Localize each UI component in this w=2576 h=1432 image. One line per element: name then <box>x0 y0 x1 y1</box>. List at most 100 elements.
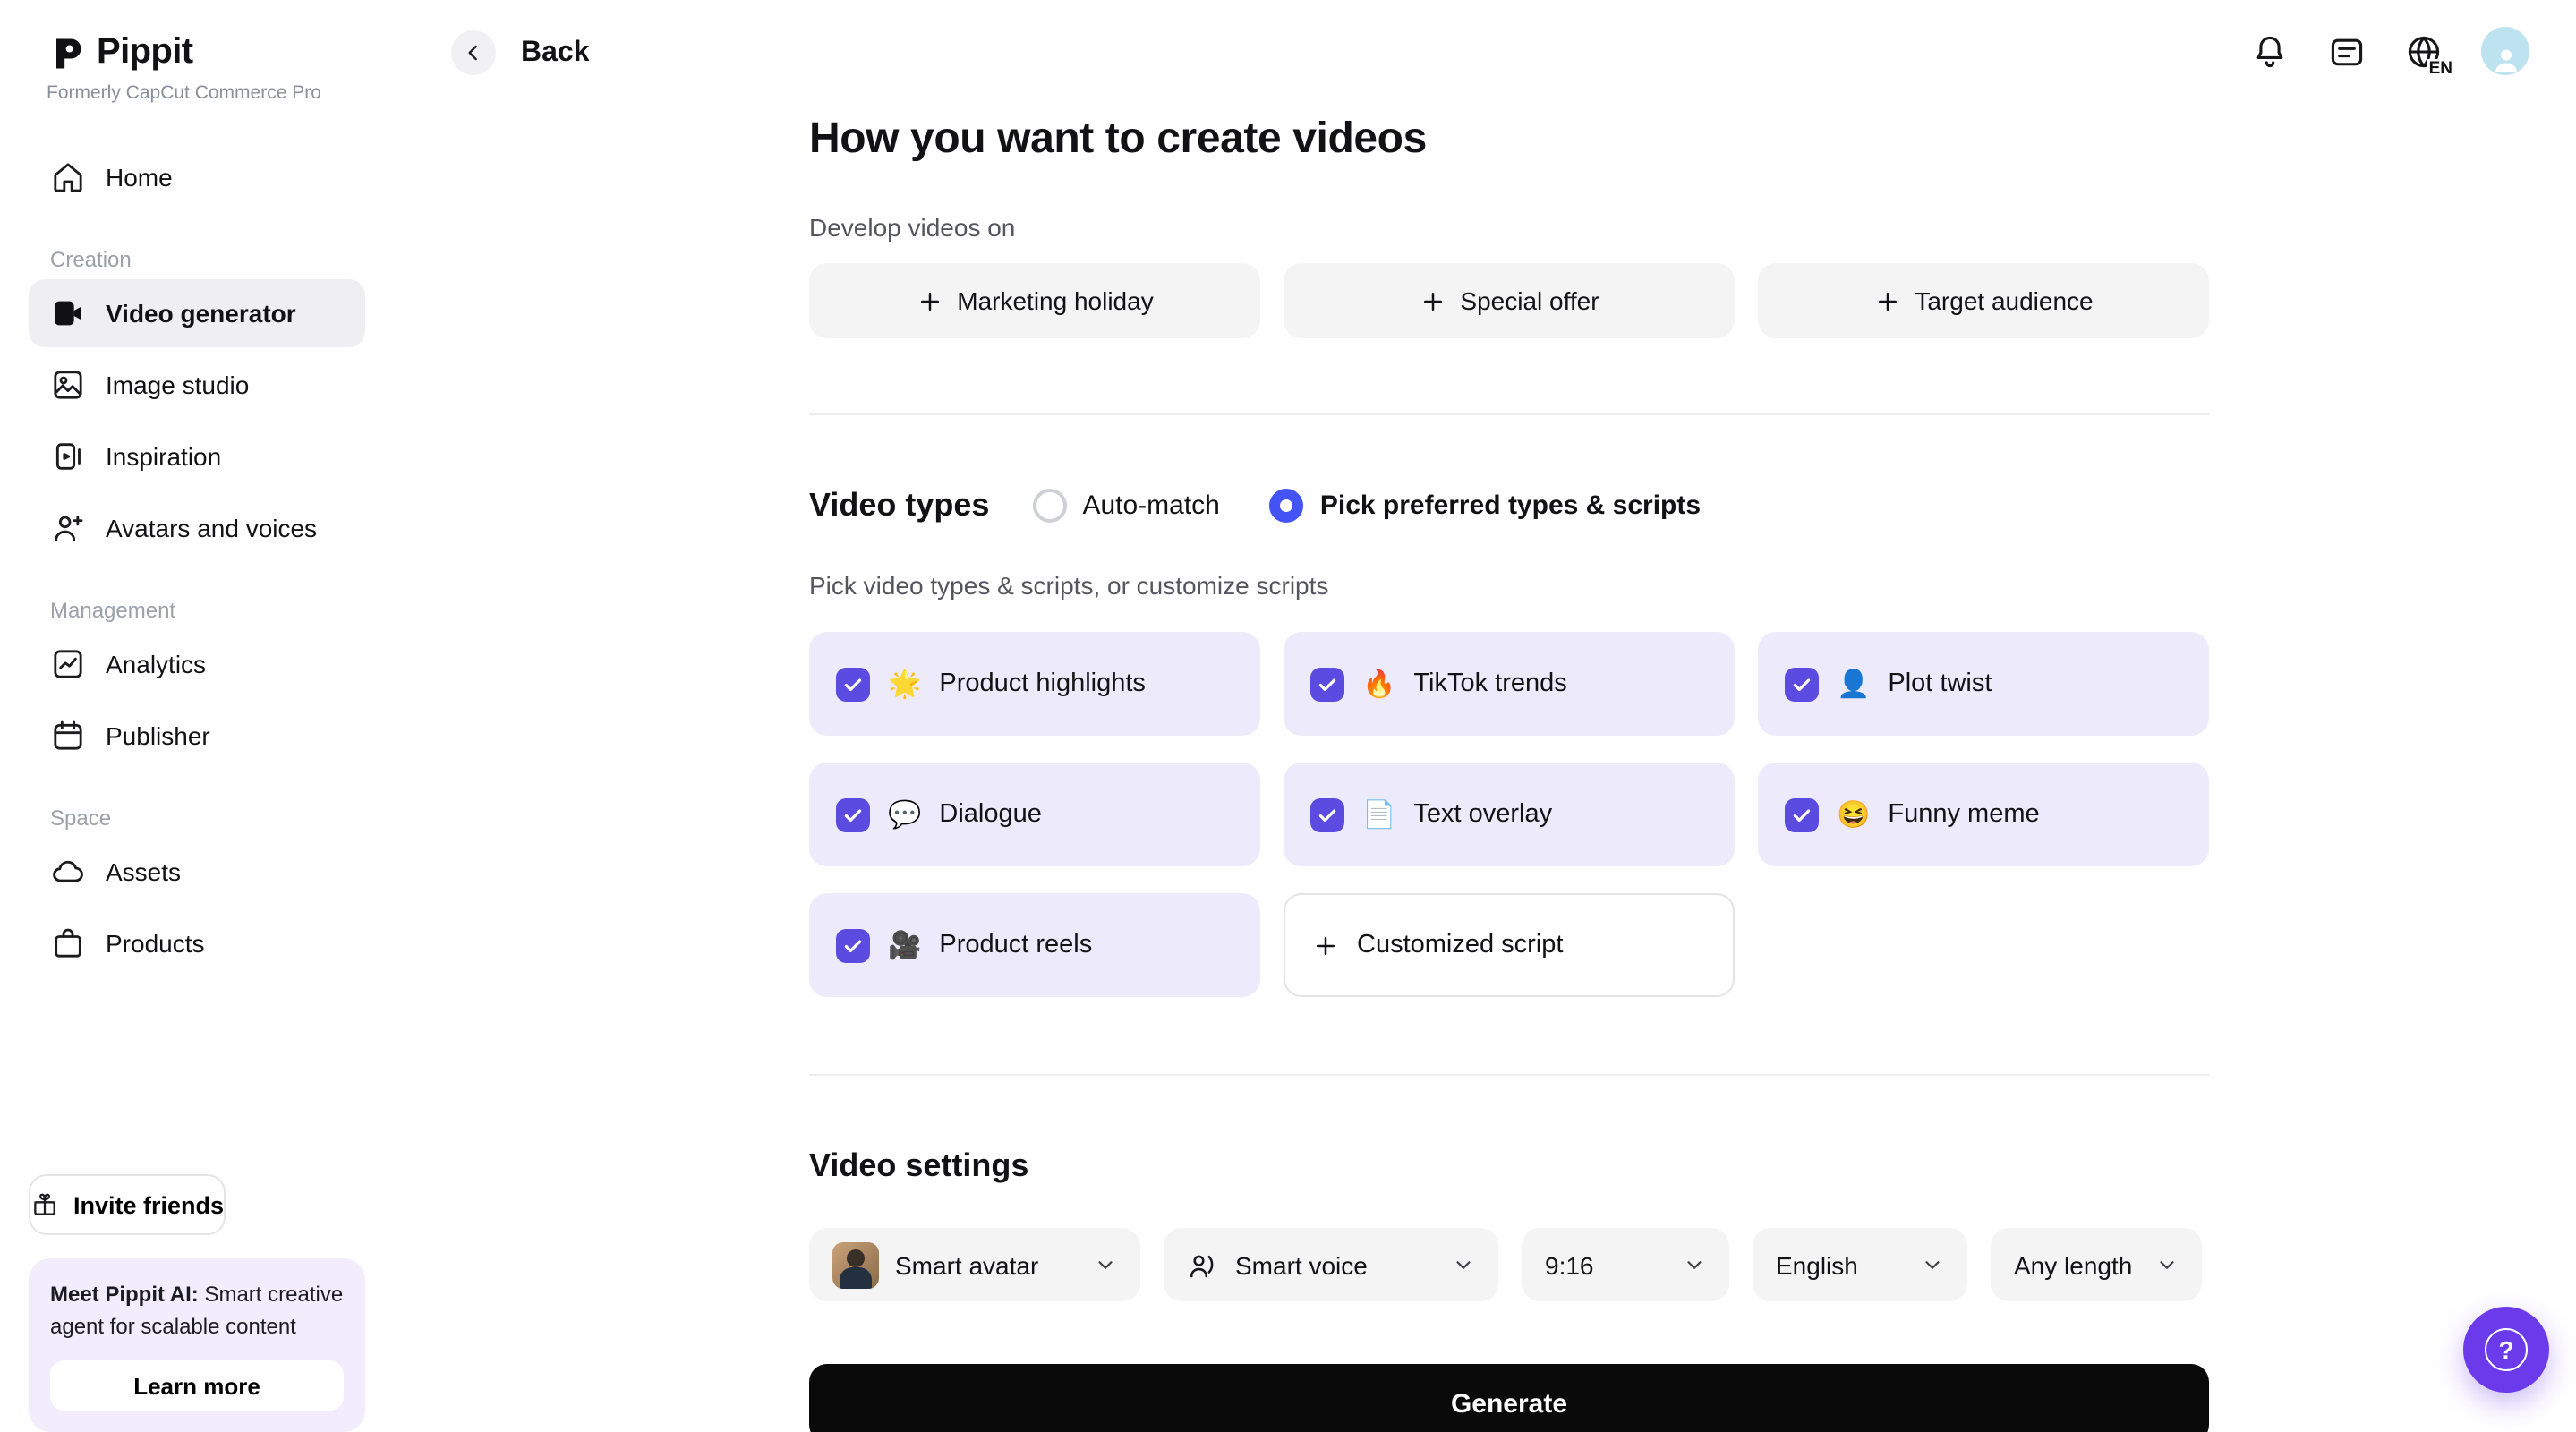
divider <box>809 413 2209 415</box>
radio-label: Pick preferred types & scripts <box>1320 490 1701 521</box>
sidebar-item-label: Products <box>106 929 205 958</box>
type-label: Dialogue <box>939 800 1042 829</box>
smart-avatar-dropdown[interactable]: Smart avatar <box>809 1228 1140 1301</box>
user-avatar[interactable] <box>2481 27 2529 75</box>
page-title: How you want to create videos <box>809 115 2209 165</box>
chip-label: Marketing holiday <box>957 286 1153 315</box>
checkbox-checked-icon[interactable] <box>1310 797 1344 831</box>
plus-icon <box>1419 287 1446 314</box>
checkbox-checked-icon[interactable] <box>1785 797 1819 831</box>
type-plot-twist[interactable]: 👤 Plot twist <box>1758 632 2209 736</box>
checkbox-checked-icon[interactable] <box>836 667 870 701</box>
checkbox-checked-icon[interactable] <box>836 797 870 831</box>
sidebar-item-label: Avatars and voices <box>106 514 317 542</box>
cloud-icon <box>50 854 86 890</box>
plus-icon <box>1312 932 1339 959</box>
billing-icon[interactable] <box>2327 31 2367 71</box>
section-label-space: Space <box>50 806 344 831</box>
chevron-down-icon <box>1921 1253 1944 1276</box>
type-tiktok-trends[interactable]: 🔥 TikTok trends <box>1284 632 1735 736</box>
radio-auto-match[interactable]: Auto-match <box>1032 489 1219 523</box>
chevron-left-icon[interactable] <box>451 30 496 75</box>
aspect-ratio-dropdown[interactable]: 9:16 <box>1522 1228 1729 1301</box>
image-icon <box>50 367 86 403</box>
promo-text: Meet Pippit AI: Smart creative agent for… <box>50 1280 344 1342</box>
sidebar-item-inspiration[interactable]: Inspiration <box>29 422 365 490</box>
sidebar: Pippit Formerly CapCut Commerce Pro Home… <box>0 0 394 1432</box>
sidebar-item-home[interactable]: Home <box>29 143 365 211</box>
video-camera-icon <box>50 295 86 331</box>
chevron-down-icon <box>2155 1253 2179 1276</box>
topbar-right: EN <box>2250 27 2529 75</box>
add-target-audience-button[interactable]: Target audience <box>1758 263 2209 338</box>
chip-label: Special offer <box>1460 286 1599 315</box>
invite-friends-button[interactable]: Invite friends <box>29 1174 226 1235</box>
sidebar-item-label: Home <box>106 163 173 192</box>
radio-off-icon[interactable] <box>1032 489 1066 523</box>
sidebar-item-publisher[interactable]: Publisher <box>29 702 365 770</box>
checkbox-checked-icon[interactable] <box>1785 667 1819 701</box>
type-emoji: 🎥 <box>888 932 921 959</box>
plus-icon <box>916 287 943 314</box>
add-marketing-holiday-button[interactable]: Marketing holiday <box>809 263 1260 338</box>
sidebar-item-assets[interactable]: Assets <box>29 838 365 906</box>
back-button[interactable]: Back <box>451 30 590 75</box>
divider <box>809 1074 2209 1076</box>
video-types-row: Video types Auto-match Pick preferred ty… <box>809 487 2209 524</box>
sidebar-item-products[interactable]: Products <box>29 909 365 977</box>
device-play-icon <box>50 439 86 474</box>
video-length-dropdown[interactable]: Any length <box>1991 1228 2202 1301</box>
promo-text-bold: Meet Pippit AI: <box>50 1282 199 1307</box>
language-dropdown[interactable]: English <box>1753 1228 1967 1301</box>
voice-icon <box>1187 1249 1219 1281</box>
type-product-highlights[interactable]: 🌟 Product highlights <box>809 632 1260 736</box>
back-label: Back <box>521 37 590 69</box>
customized-script-label: Customized script <box>1357 931 1563 959</box>
checkbox-checked-icon[interactable] <box>836 928 870 962</box>
language-globe-icon[interactable]: EN <box>2404 31 2444 71</box>
sidebar-item-video-generator[interactable]: Video generator <box>29 279 365 347</box>
sidebar-item-analytics[interactable]: Analytics <box>29 630 365 698</box>
chevron-down-icon <box>1094 1253 1117 1276</box>
chevron-down-icon <box>1452 1253 1475 1276</box>
sidebar-item-label: Assets <box>106 857 181 886</box>
develop-options-row: Marketing holiday Special offer Target a… <box>809 263 2209 338</box>
video-types-hint: Pick video types & scripts, or customize… <box>809 571 2209 600</box>
learn-more-button[interactable]: Learn more <box>50 1360 344 1411</box>
add-special-offer-button[interactable]: Special offer <box>1284 263 1735 338</box>
type-label: Product reels <box>939 931 1092 959</box>
gift-icon <box>30 1190 59 1219</box>
dropdown-label: Any length <box>2014 1250 2132 1279</box>
logo-text: Pippit <box>97 32 193 73</box>
checkbox-checked-icon[interactable] <box>1310 667 1344 701</box>
type-dialogue[interactable]: 💬 Dialogue <box>809 763 1260 866</box>
type-label: Plot twist <box>1888 669 1992 698</box>
generate-button[interactable]: Generate <box>809 1364 2209 1432</box>
type-funny-meme[interactable]: 😆 Funny meme <box>1758 763 2209 866</box>
pippit-logo[interactable]: Pippit <box>0 0 394 73</box>
dropdown-label: English <box>1776 1250 1858 1279</box>
type-label: Funny meme <box>1888 800 2039 829</box>
notifications-bell-icon[interactable] <box>2250 31 2290 71</box>
promo-card: Meet Pippit AI: Smart creative agent for… <box>29 1258 365 1432</box>
logo-tagline: Formerly CapCut Commerce Pro <box>47 82 394 104</box>
radio-pick-preferred[interactable]: Pick preferred types & scripts <box>1270 489 1701 523</box>
type-text-overlay[interactable]: 📄 Text overlay <box>1284 763 1735 866</box>
section-label-creation: Creation <box>50 247 344 272</box>
sidebar-item-avatars-and-voices[interactable]: Avatars and voices <box>29 494 365 562</box>
sidebar-item-image-studio[interactable]: Image studio <box>29 351 365 419</box>
chip-label: Target audience <box>1915 286 2093 315</box>
type-label: Text overlay <box>1413 800 1552 829</box>
sidebar-item-label: Video generator <box>106 299 296 328</box>
radio-on-icon[interactable] <box>1270 489 1304 523</box>
customized-script-button[interactable]: Customized script <box>1284 893 1735 997</box>
smart-voice-dropdown[interactable]: Smart voice <box>1164 1228 1498 1301</box>
type-emoji: 🌟 <box>888 670 921 697</box>
invite-friends-label: Invite friends <box>73 1191 224 1218</box>
type-emoji: 💬 <box>888 801 921 828</box>
product-box-icon <box>50 925 86 961</box>
video-types-grid: 🌟 Product highlights 🔥 TikTok trends 👤 P… <box>809 632 2209 997</box>
home-icon <box>50 159 86 195</box>
type-product-reels[interactable]: 🎥 Product reels <box>809 893 1260 997</box>
help-button[interactable]: ? <box>2463 1307 2549 1393</box>
